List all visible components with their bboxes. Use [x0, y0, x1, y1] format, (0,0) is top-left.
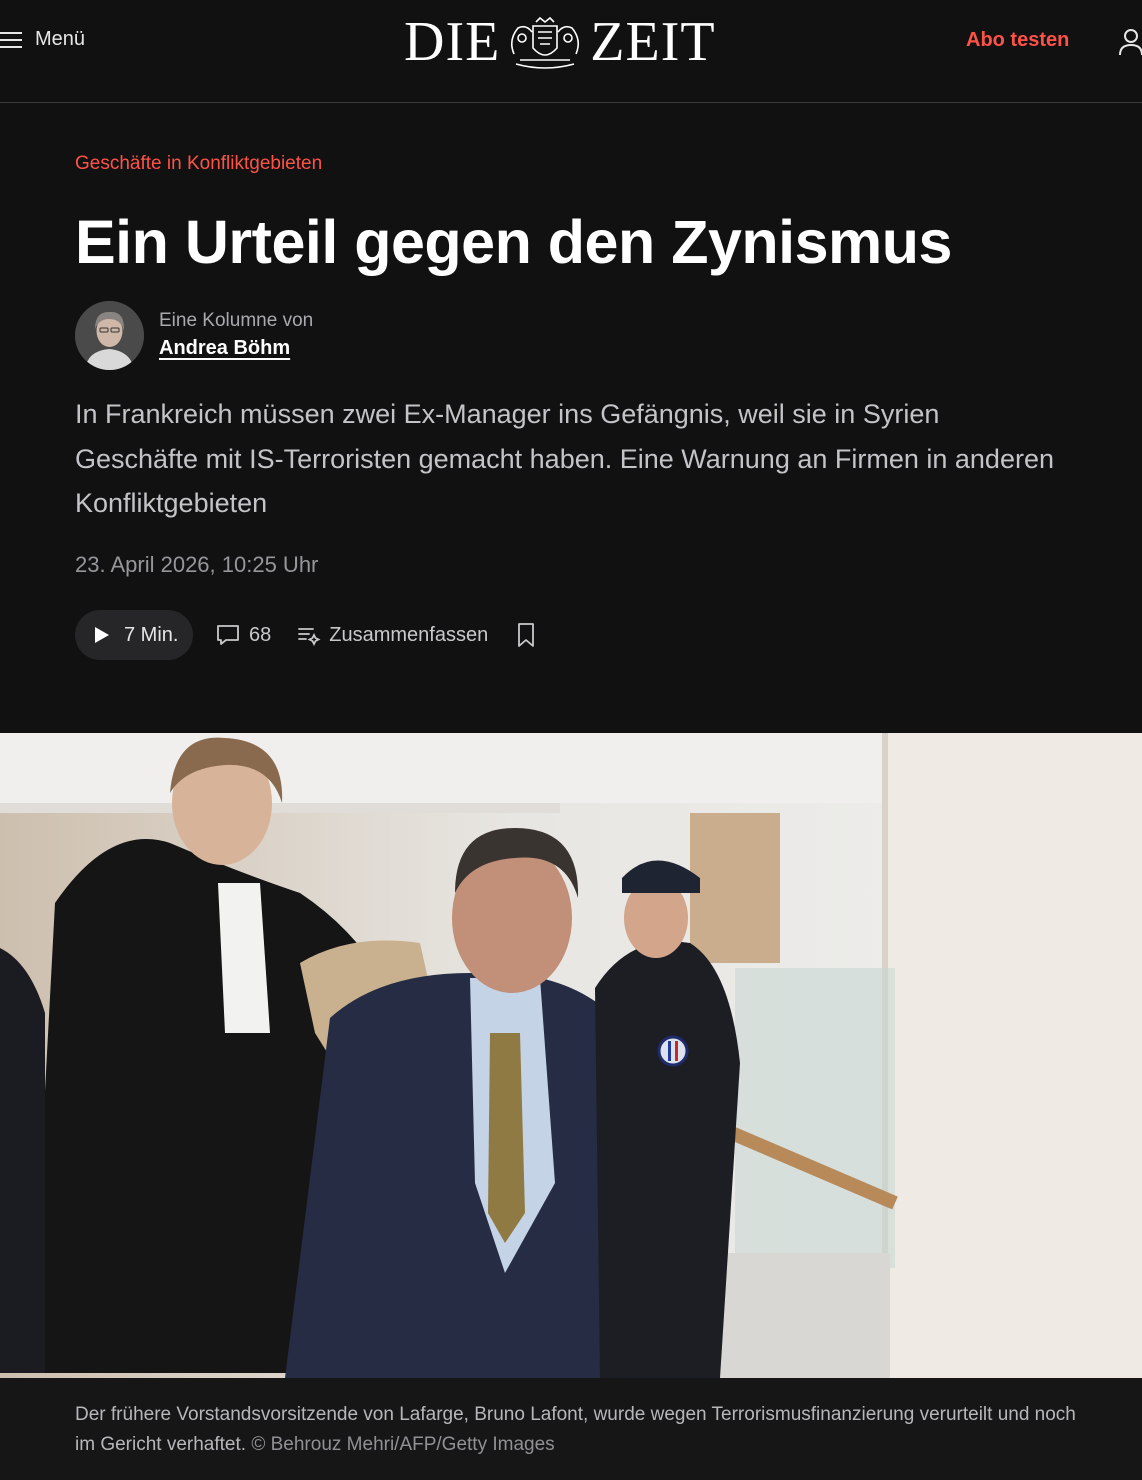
article-kicker[interactable]: Geschäfte in Konfliktgebieten [75, 153, 322, 175]
summarize-button[interactable]: Zusammenfassen [297, 624, 488, 647]
die-zeit-logo[interactable]: DIE ZEIT [404, 14, 738, 70]
caption-text: Der frühere Vorstandsvorsitzende von Laf… [75, 1404, 1076, 1455]
menu-button[interactable]: Menü [0, 28, 85, 51]
crest-icon [511, 16, 580, 69]
play-icon [95, 627, 109, 643]
author-prefix: Eine Kolumne von [159, 309, 314, 331]
logo-word-right: ZEIT [590, 11, 716, 73]
photo-credit: © Behrouz Mehri/AFP/Getty Images [251, 1434, 555, 1455]
hero-photo[interactable] [0, 733, 1142, 1378]
article-lead: In Frankreich müssen zwei Ex-Manager ins… [75, 399, 1054, 518]
logo-word-left: DIE [404, 11, 501, 73]
summarize-icon [298, 628, 321, 646]
audio-play-button[interactable]: 7 Min. [75, 610, 193, 660]
comments-link[interactable]: 68 [215, 623, 271, 647]
comment-bubble-icon [217, 625, 239, 645]
audio-duration: 7 Min. [124, 623, 179, 646]
publish-date: 23. April 2026, 10:25 Uhr [75, 552, 319, 577]
abo-testen-link[interactable]: Abo testen [966, 29, 1069, 52]
author-link[interactable]: Andrea Böhm [159, 333, 313, 363]
hamburger-icon [0, 31, 22, 49]
image-caption: Der frühere Vorstandsvorsitzende von Laf… [0, 1378, 1142, 1480]
article-actions: 7 Min. 68 Zusammenfassen [75, 610, 536, 660]
site-header: Menü DIE ZEIT Abo testen [0, 0, 1142, 103]
user-account-icon[interactable] [1118, 28, 1142, 56]
article-title: Ein Urteil gegen den Zynismus [75, 208, 952, 276]
author-byline: Eine Kolumne von Andrea Böhm [75, 301, 313, 370]
menu-label: Menü [35, 28, 86, 50]
author-avatar[interactable] [75, 301, 144, 370]
comments-count: 68 [249, 623, 272, 646]
bookmark-icon[interactable] [516, 622, 536, 648]
summarize-label: Zusammenfassen [329, 623, 489, 646]
